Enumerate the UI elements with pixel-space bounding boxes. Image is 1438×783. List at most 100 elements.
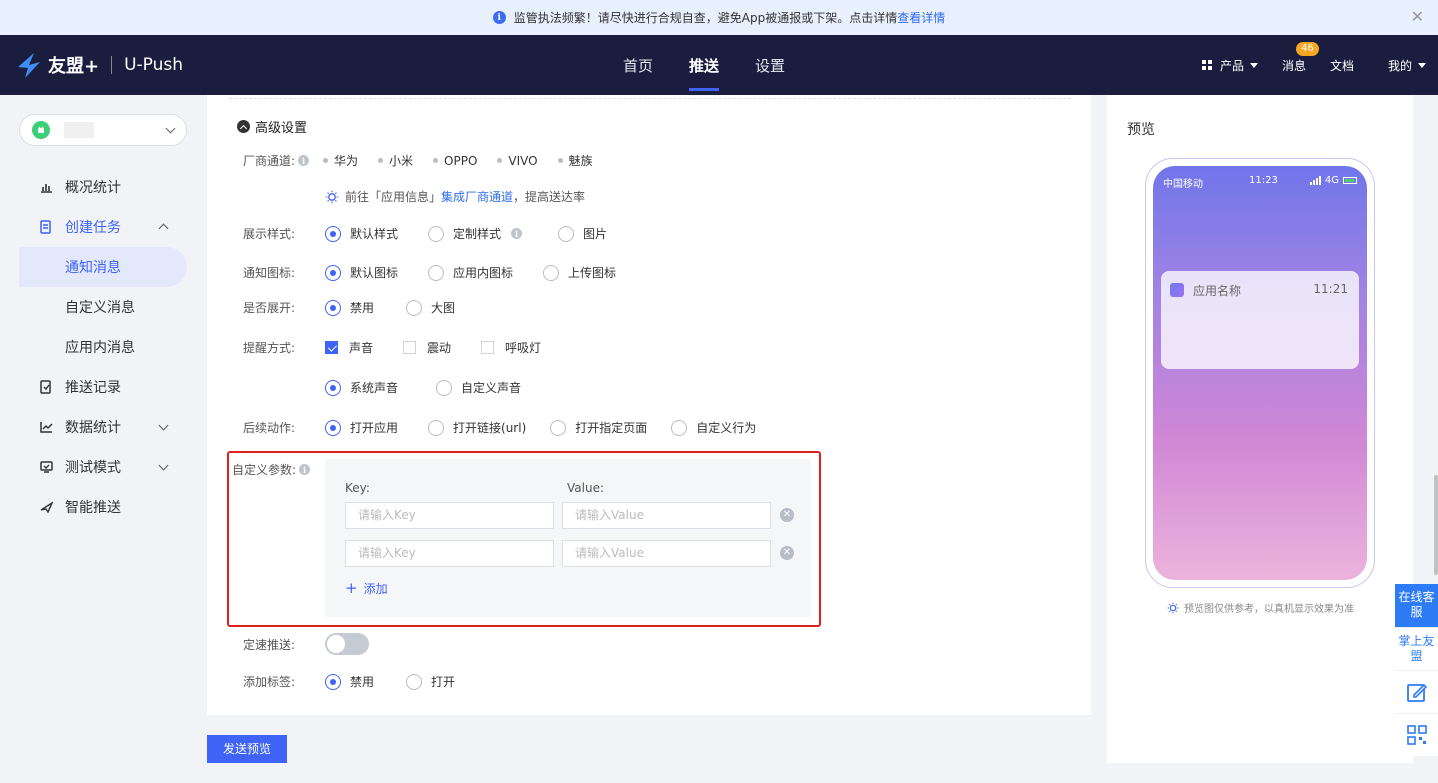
radio-button[interactable] (325, 264, 341, 281)
radio-custom-action[interactable]: 自定义行为 (671, 419, 756, 436)
user-menu[interactable]: 我的 (1388, 57, 1426, 74)
status-dot (433, 158, 439, 163)
radio-button[interactable] (406, 299, 423, 316)
radio-custom-style[interactable]: 定制样式 i (428, 225, 523, 242)
radio-button[interactable] (406, 673, 423, 690)
sidebar-item-in-app-message[interactable]: 应用内消息 (19, 327, 187, 367)
advanced-settings-toggle[interactable]: 高级设置 (237, 117, 307, 136)
checkbox[interactable] (481, 341, 495, 354)
radio-button[interactable] (436, 379, 453, 396)
send-preview-button[interactable]: 发送预览 (207, 735, 287, 763)
vendor-tip: 前往「应用信息」 集成厂商通道 ，提高送达率 (325, 188, 585, 205)
sidebar-item-overview[interactable]: 概况统计 (19, 167, 187, 207)
radio-open-url[interactable]: 打开链接(url) (428, 419, 526, 436)
network-label: 4G (1324, 175, 1339, 186)
sidebar-item-data-stats[interactable]: 数据统计 (19, 407, 187, 447)
radio-button[interactable] (428, 225, 445, 242)
banner-detail-link[interactable]: 查看详情 (897, 9, 945, 26)
radio-button[interactable] (325, 225, 341, 242)
radio-expand-disabled[interactable]: 禁用 (325, 299, 374, 316)
app-name-placeholder (64, 122, 94, 138)
sound-type-row: 系统声音 自定义声音 (325, 379, 551, 396)
sidebar-item-smart-push[interactable]: 智能推送 (19, 487, 187, 527)
umeng-bird-icon (18, 53, 40, 78)
sidebar-item-test-mode[interactable]: 测试模式 (19, 447, 187, 487)
document-icon (39, 220, 53, 234)
radio-button[interactable] (325, 379, 341, 396)
sidebar-item-custom-message[interactable]: 自定义消息 (19, 287, 187, 327)
close-icon[interactable]: ✕ (1411, 8, 1424, 26)
sidebar-item-notification[interactable]: 通知消息 (19, 247, 187, 287)
radio-expand-big-image[interactable]: 大图 (406, 299, 455, 316)
lightbulb-icon (325, 190, 339, 204)
radio-button[interactable] (671, 419, 688, 436)
nav-home[interactable]: 首页 (605, 35, 671, 95)
phone-mockup: 中国移动 11:23 4G 应用名称 11:21 (1145, 158, 1375, 588)
logo[interactable]: 友盟+ U-Push (16, 51, 183, 79)
page-scrollbar[interactable] (1434, 475, 1438, 575)
advanced-settings-title: 高级设置 (255, 121, 308, 136)
network-status: 4G (1309, 175, 1357, 186)
radio-button[interactable] (325, 419, 341, 436)
signal-icon (1309, 176, 1321, 185)
integrate-vendor-link[interactable]: 集成厂商通道 (441, 188, 513, 205)
chevron-down-icon (158, 420, 169, 431)
checkbox[interactable] (325, 341, 338, 354)
feedback-edit-icon[interactable] (1395, 670, 1438, 713)
radio-system-sound[interactable]: 系统声音 (325, 379, 398, 396)
rate-push-toggle[interactable] (325, 633, 369, 655)
reminder-row: 提醒方式: 声音 震动 呼吸灯 (243, 339, 571, 356)
top-header: 友盟+ U-Push 首页 推送 设置 产品 消息 46 文档 我的 (0, 35, 1438, 95)
radio-upload-icon[interactable]: 上传图标 (543, 264, 616, 281)
rate-push-row: 定速推送: (243, 633, 369, 655)
radio-open-app[interactable]: 打开应用 (325, 419, 398, 436)
display-style-row: 展示样式: 默认样式 定制样式 i 图片 (243, 225, 637, 242)
docs-link[interactable]: 文档 (1330, 57, 1354, 74)
radio-open-page[interactable]: 打开指定页面 (550, 419, 647, 436)
follow-action-row: 后续动作: 打开应用 打开链接(url) 打开指定页面 自定义行为 (243, 419, 786, 436)
radio-tag-open[interactable]: 打开 (406, 673, 455, 690)
sidebar-item-create-task[interactable]: 创建任务 (19, 207, 187, 247)
qrcode-icon[interactable] (1395, 713, 1438, 756)
sidebar-item-push-records[interactable]: 推送记录 (19, 367, 187, 407)
radio-image-style[interactable]: 图片 (558, 225, 607, 242)
radio-button[interactable] (325, 673, 341, 690)
checkbox-sound[interactable]: 声音 (325, 339, 373, 356)
checkbox-breathing-light[interactable]: 呼吸灯 (481, 339, 541, 356)
brand-name: 友盟+ (48, 56, 100, 77)
messages-link[interactable]: 消息 46 (1282, 41, 1319, 74)
floating-tools: 在线客服 掌上友盟 (1395, 584, 1438, 756)
products-menu[interactable]: 产品 (1201, 57, 1258, 74)
radio-button[interactable] (428, 264, 445, 281)
radio-in-app-icon[interactable]: 应用内图标 (428, 264, 513, 281)
radio-button[interactable] (558, 225, 575, 242)
info-icon[interactable]: i (298, 155, 310, 166)
app-icon (1170, 283, 1184, 297)
radio-button[interactable] (428, 419, 445, 436)
radio-tag-disabled[interactable]: 禁用 (325, 673, 374, 690)
mobile-umeng-button[interactable]: 掌上友盟 (1395, 627, 1438, 670)
online-service-button[interactable]: 在线客服 (1395, 584, 1438, 627)
sidebar-item-label: 创建任务 (65, 220, 121, 236)
grid-icon (1201, 60, 1212, 70)
checkbox-vibrate[interactable]: 震动 (403, 339, 451, 356)
app-selector[interactable] (19, 114, 187, 146)
info-icon: i (492, 11, 506, 24)
radio-custom-sound[interactable]: 自定义声音 (436, 379, 521, 396)
status-dot (378, 158, 384, 163)
collapse-up-icon (237, 120, 250, 133)
info-icon[interactable]: i (511, 228, 523, 239)
radio-default-icon[interactable]: 默认图标 (325, 264, 398, 281)
radio-button[interactable] (550, 419, 567, 436)
nav-settings[interactable]: 设置 (737, 35, 803, 95)
status-dot (497, 158, 503, 163)
nav-push[interactable]: 推送 (671, 35, 737, 95)
radio-default-style[interactable]: 默认样式 (325, 225, 398, 242)
notification-app-name: 应用名称 (1193, 284, 1242, 298)
radio-button[interactable] (543, 264, 560, 281)
checkbox[interactable] (403, 341, 417, 354)
radio-button[interactable] (325, 299, 341, 316)
chevron-down-icon (158, 460, 169, 471)
status-dot (323, 158, 328, 163)
reminder-label: 提醒方式: (243, 341, 296, 355)
